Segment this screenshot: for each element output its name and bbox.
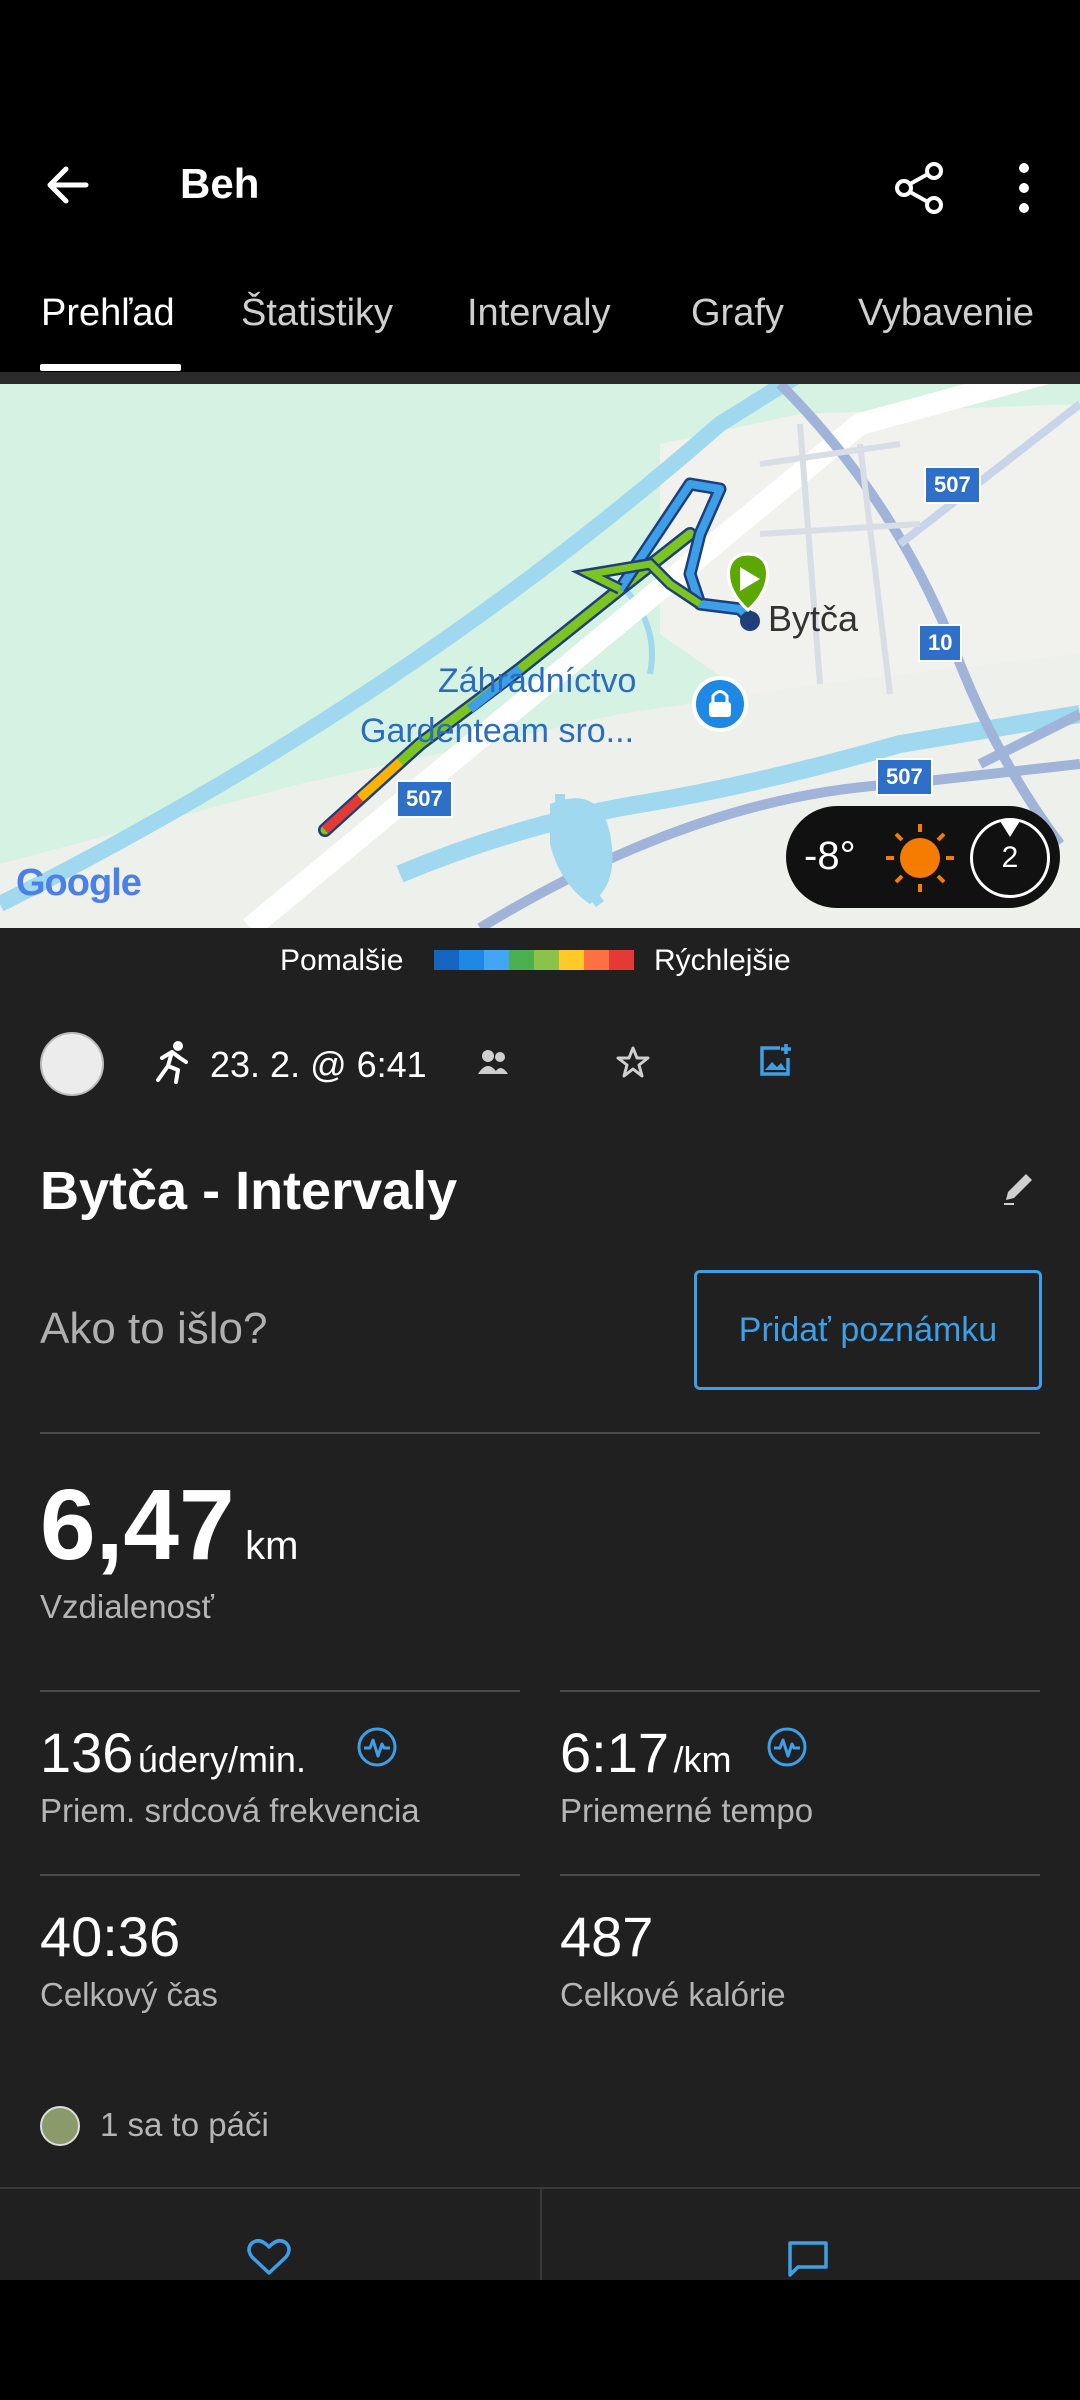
comment-button[interactable] xyxy=(542,2189,1080,2282)
google-logo: Google xyxy=(16,862,142,904)
share-icon[interactable] xyxy=(892,160,948,216)
add-note-label: Pridať poznámku xyxy=(738,1310,998,1349)
distance-value: 6,47 xyxy=(40,1469,235,1581)
liker-avatar[interactable] xyxy=(40,2106,80,2146)
back-arrow-icon[interactable] xyxy=(40,160,100,210)
heart-rate-value: 136 xyxy=(40,1721,134,1784)
road-shield-10: 10 xyxy=(918,624,963,662)
pace-info-icon[interactable] xyxy=(766,1726,808,1768)
tab-statistiky[interactable]: Štatistiky xyxy=(241,292,393,335)
heart-rate-unit: údery/min. xyxy=(137,1739,306,1780)
route-map[interactable]: 507 10 507 507 Bytča Záhradníctvo Garden… xyxy=(0,384,1080,928)
wind-direction-icon xyxy=(1000,821,1020,837)
likes-count[interactable]: 1 sa to páči xyxy=(100,2106,269,2144)
add-photo-icon[interactable] xyxy=(756,1042,794,1080)
tab-divider xyxy=(0,372,1080,384)
divider xyxy=(560,1874,1040,1876)
wind-indicator: 2 xyxy=(970,818,1050,898)
divider xyxy=(560,1690,1040,1692)
app-bar: Beh xyxy=(0,0,1080,270)
comment-icon xyxy=(788,2241,828,2277)
active-tab-indicator xyxy=(40,364,181,371)
road-shield-507: 507 xyxy=(924,466,981,504)
tab-grafy[interactable]: Grafy xyxy=(691,292,784,335)
wind-speed: 2 xyxy=(1001,841,1019,874)
avatar[interactable] xyxy=(40,1032,104,1096)
system-navigation-bar xyxy=(0,2280,1080,2400)
pace-color-scale xyxy=(434,950,634,970)
divider xyxy=(40,1874,520,1876)
heart-rate-label: Priem. srdcová frekvencia xyxy=(40,1792,420,1829)
star-icon[interactable] xyxy=(616,1046,650,1078)
poi-label-line2: Gardenteam sro... xyxy=(360,712,635,750)
divider xyxy=(40,1690,520,1692)
like-button[interactable] xyxy=(0,2189,542,2282)
bottom-action-bar xyxy=(0,2187,1080,2282)
pace-stat: 6:17 /km xyxy=(560,1720,731,1785)
calories-label: Celkové kalórie xyxy=(560,1976,786,2013)
running-icon xyxy=(156,1041,188,1084)
edit-pencil-icon[interactable] xyxy=(1000,1168,1038,1206)
divider xyxy=(40,1432,1040,1434)
heart-rate-info-icon[interactable] xyxy=(356,1726,398,1768)
distance-stat: 6,47 km xyxy=(40,1468,298,1583)
heart-rate-stat: 136 údery/min. xyxy=(40,1720,306,1785)
distance-unit: km xyxy=(245,1524,299,1568)
how-did-it-go-prompt: Ako to išlo? xyxy=(40,1304,268,1353)
legend-faster: Rýchlejšie xyxy=(654,944,791,977)
tab-prehlad[interactable]: Prehľad xyxy=(41,292,175,335)
activity-title: Bytča - Intervaly xyxy=(40,1161,458,1221)
pace-unit: /km xyxy=(673,1739,732,1780)
poi-label-line1: Záhradníctvo xyxy=(438,662,637,700)
more-options-icon[interactable] xyxy=(1012,160,1036,216)
people-icon[interactable] xyxy=(478,1048,508,1076)
town-label: Bytča xyxy=(768,598,859,639)
temperature: -8° xyxy=(804,834,856,878)
activity-datetime: 23. 2. @ 6:41 xyxy=(210,1044,427,1085)
calories-value: 487 xyxy=(560,1905,654,1968)
weather-badge[interactable]: -8° 2 xyxy=(786,806,1060,908)
road-shield-507: 507 xyxy=(396,780,453,818)
legend-slower: Pomalšie xyxy=(280,944,404,977)
total-time-label: Celkový čas xyxy=(40,1976,218,2013)
add-note-button[interactable]: Pridať poznámku xyxy=(694,1270,1042,1390)
activity-details: Pomalšie Rýchlejšie 23. 2. @ 6:41 Bytča … xyxy=(0,928,1080,2280)
tab-vybavenie[interactable]: Vybavenie xyxy=(858,292,1034,335)
road-shield-507: 507 xyxy=(876,758,933,796)
pace-label: Priemerné tempo xyxy=(560,1792,814,1829)
tab-intervaly[interactable]: Intervaly xyxy=(467,292,611,335)
sun-icon xyxy=(886,824,954,892)
pace-value: 6:17 xyxy=(560,1721,669,1784)
page-title: Beh xyxy=(180,160,260,207)
total-time-value: 40:36 xyxy=(40,1905,181,1968)
heart-icon xyxy=(247,2239,291,2275)
distance-label: Vzdialenosť xyxy=(40,1588,214,1625)
